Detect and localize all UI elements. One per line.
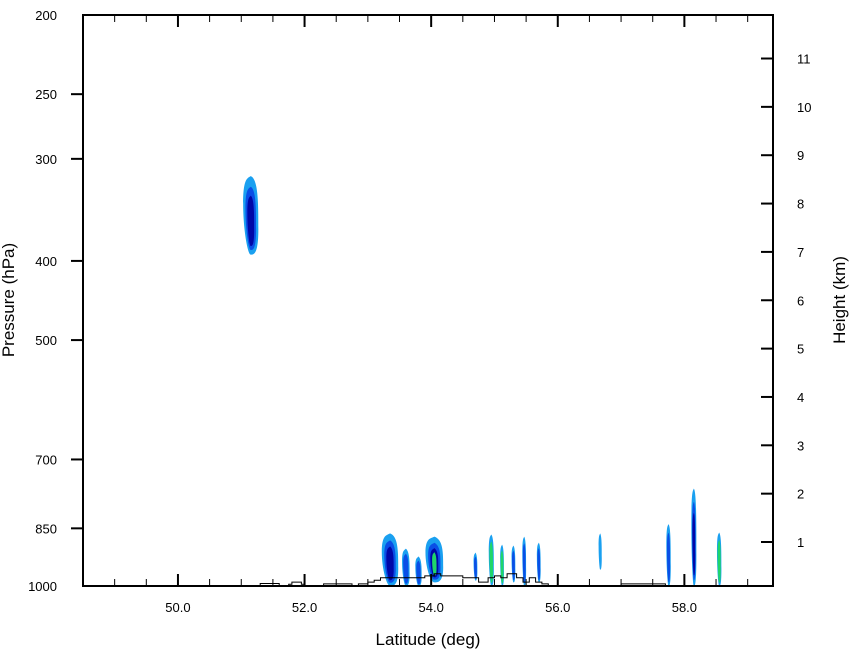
y2-tick-label: 9 <box>797 148 804 163</box>
precip-cell-13 <box>691 488 697 586</box>
y-axis-height: 1 2 3 4 5 6 7 8 9 10 11 <box>761 52 811 550</box>
precip-cell-8 <box>511 545 516 583</box>
y2-tick-label: 3 <box>797 438 804 453</box>
y-tick-label: 300 <box>35 152 57 167</box>
y-tick-label: 1000 <box>28 579 57 594</box>
precip-cell-10 <box>536 542 541 583</box>
x-tick-label: 54.0 <box>419 600 444 615</box>
y2-tick-label: 4 <box>797 390 804 405</box>
plot-frame <box>82 14 774 587</box>
y-tick-label: 400 <box>35 254 57 269</box>
precip-cell-7 <box>500 544 504 586</box>
y2-tick-label: 8 <box>797 197 804 212</box>
y2-tick-label: 10 <box>797 100 811 115</box>
y2-tick-label: 2 <box>797 487 804 502</box>
y2-axis-title: Height (km) <box>830 256 849 344</box>
x-tick-label: 50.0 <box>165 600 190 615</box>
precip-cell-11 <box>598 533 602 570</box>
x-tick-label: 52.0 <box>292 600 317 615</box>
y-tick-label: 250 <box>35 87 57 102</box>
y2-tick-label: 5 <box>797 342 804 357</box>
plot-area <box>243 176 722 586</box>
precip-contour-light <box>598 533 602 570</box>
y2-tick-label: 11 <box>797 52 811 67</box>
y-tick-label: 850 <box>35 521 57 536</box>
cross-section-chart: 50.0 52.0 54.0 56.0 58.0 200 250 300 400 500 700 8… <box>0 8 849 649</box>
y-tick-label: 500 <box>35 333 57 348</box>
precip-cell-2 <box>402 548 410 586</box>
precip-cell-6 <box>488 534 494 586</box>
y-axis-title: Pressure (hPa) <box>0 243 18 357</box>
y-tick-label: 200 <box>35 8 57 23</box>
y-tick-label: 700 <box>35 452 57 467</box>
y2-tick-label: 1 <box>797 535 804 550</box>
x-axis: 50.0 52.0 54.0 56.0 58.0 <box>114 15 749 615</box>
x-tick-label: 56.0 <box>545 600 570 615</box>
x-axis-title: Latitude (deg) <box>376 630 481 649</box>
x-tick-label: 58.0 <box>672 600 697 615</box>
precip-cell-3 <box>415 556 422 586</box>
y-axis-pressure: 200 250 300 400 500 700 850 1000 <box>28 8 83 594</box>
precip-cell-5 <box>473 552 478 581</box>
y2-tick-label: 7 <box>797 245 804 260</box>
precip-cell-12 <box>666 524 671 586</box>
y2-tick-label: 6 <box>797 293 804 308</box>
precip-cell-14 <box>716 532 722 586</box>
precip-cell-0 <box>243 176 259 255</box>
